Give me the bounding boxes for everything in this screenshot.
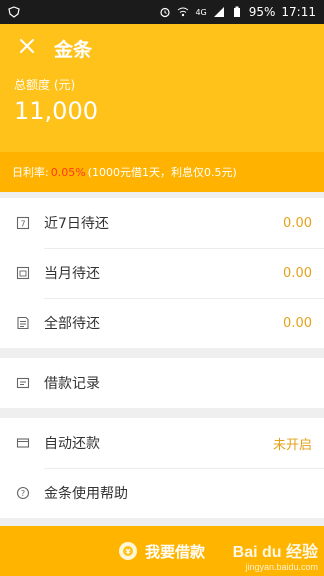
close-icon (19, 38, 35, 58)
borrow-button[interactable]: ¥ 我要借款 Bai du 经验 jingyan.baidu.com (0, 526, 324, 576)
repayment-card: 7 近7日待还 0.00 当月待还 0.00 全部待还 0.00 (0, 198, 324, 348)
rate-value: 0.05% (50, 165, 86, 179)
row-label: 当月待还 (44, 266, 100, 282)
row-loan-records[interactable]: 借款记录 (0, 358, 324, 408)
row-value: 0.00 (283, 315, 312, 331)
page-title: 金条 (54, 38, 93, 61)
svg-text:7: 7 (20, 220, 25, 229)
wifi-icon (177, 6, 189, 18)
baidu-watermark: Bai du 经验 jingyan.baidu.com (233, 538, 318, 572)
row-label: 金条使用帮助 (44, 486, 128, 502)
borrow-button-label: 我要借款 (144, 542, 205, 561)
row-label: 自动还款 (44, 436, 100, 452)
row-value: 0.00 (283, 215, 312, 231)
svg-text:¥: ¥ (126, 548, 131, 556)
svg-text:?: ? (21, 489, 25, 498)
row-label: 全部待还 (44, 316, 100, 332)
row-help[interactable]: ? 金条使用帮助 (0, 468, 324, 518)
settings-card: 自动还款 未开启 ? 金条使用帮助 (0, 418, 324, 518)
signal-icon (213, 6, 225, 18)
calendar-month-icon (16, 266, 30, 280)
records-card: 借款记录 (0, 358, 324, 408)
calendar-7-icon: 7 (16, 216, 30, 230)
credit-summary: 总额度 (元) 11,000 (0, 72, 324, 152)
status-bar: 4G 95% 17:11 (0, 0, 324, 24)
row-due-month[interactable]: 当月待还 0.00 (0, 248, 324, 298)
spacer (0, 408, 324, 418)
total-credit-amount: 11,000 (14, 97, 98, 125)
watermark-brand: Bai du 经验 (232, 544, 318, 561)
coin-icon: ¥ (118, 542, 137, 560)
watermark-site: jingyan.baidu.com (245, 562, 318, 572)
total-credit-label: 总额度 (元) (14, 78, 76, 92)
document-list-icon (16, 316, 30, 330)
spacer (0, 348, 324, 358)
card-icon (16, 436, 30, 450)
clock: 17:11 (281, 5, 316, 19)
close-button[interactable] (12, 33, 42, 63)
record-icon (16, 376, 30, 390)
network-type-label: 4G (195, 7, 207, 17)
rate-note: (1000元借1天，利息仅0.5元) (87, 166, 237, 179)
auto-repay-status: 未开启 (272, 437, 312, 453)
row-auto-repay[interactable]: 自动还款 未开启 (0, 418, 324, 468)
row-due-all[interactable]: 全部待还 0.00 (0, 298, 324, 348)
row-due-7days[interactable]: 7 近7日待还 0.00 (0, 198, 324, 248)
alarm-icon (159, 6, 171, 18)
help-icon: ? (16, 486, 30, 500)
rate-prefix: 日利率: (12, 166, 49, 179)
daily-rate-bar: 日利率: 0.05% (1000元借1天，利息仅0.5元) (0, 152, 324, 192)
row-label: 借款记录 (44, 376, 100, 392)
app-header: 金条 (0, 24, 324, 72)
battery-icon (231, 6, 243, 18)
battery-level: 95% (248, 5, 276, 19)
row-label: 近7日待还 (44, 216, 109, 232)
notification-shield-icon (8, 6, 20, 18)
row-value: 0.00 (283, 265, 312, 281)
